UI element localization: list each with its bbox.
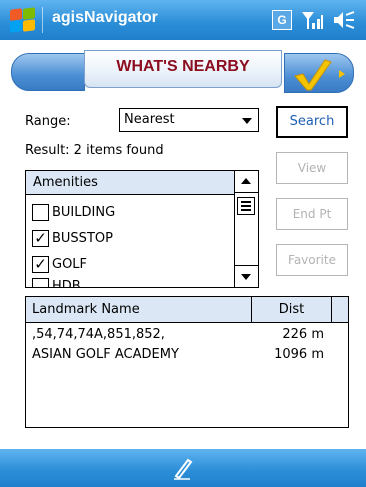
app-title: agisNavigator [52,9,158,26]
checkbox[interactable] [32,203,49,221]
landmark-dist: 226 m [282,327,324,342]
ok-button[interactable] [284,53,354,93]
end-pt-button[interactable]: End Pt [276,198,348,230]
windows-start-icon[interactable] [8,6,36,34]
status-icons: G [272,8,356,32]
amenities-scrollbar[interactable] [234,171,258,287]
chevron-down-icon [242,118,252,124]
scroll-down-icon[interactable] [235,265,258,287]
amenity-item-building[interactable]: BUILDING [32,201,115,223]
search-button[interactable]: Search [276,106,348,138]
speaker-icon[interactable] [332,9,356,31]
pen-icon[interactable] [170,456,196,480]
landmark-dist: 1096 m [274,347,324,362]
column-header-dist[interactable]: Dist [252,297,332,322]
amenities-list: Amenities BUILDING ✓ BUSSTOP ✓ GOLF HDB [25,170,259,288]
amenity-item-busstop[interactable]: ✓ BUSSTOP [32,227,113,249]
range-label: Range: [25,114,71,129]
title-bar: agisNavigator G [0,0,366,40]
landmark-name: ASIAN GOLF ACADEMY [32,347,179,362]
view-button[interactable]: View [276,152,348,184]
back-banner-button[interactable] [11,53,85,91]
amenity-item-golf[interactable]: ✓ GOLF [32,253,87,275]
column-header-landmark[interactable]: Landmark Name [26,297,252,322]
gprs-badge[interactable]: G [272,10,292,30]
table-header: Landmark Name Dist [26,297,348,323]
title-separator [42,7,43,33]
favorite-button[interactable]: Favorite [276,244,348,276]
amenities-header: Amenities [26,171,234,195]
signal-icon[interactable] [300,9,324,31]
checkmark-icon [294,59,345,91]
soft-input-bar [0,449,366,487]
checkbox[interactable]: ✓ [32,255,49,273]
table-row[interactable]: ASIAN GOLF ACADEMY 1096 m [26,347,348,365]
checkbox[interactable]: ✓ [32,229,49,247]
range-value: Nearest [124,112,175,127]
checkbox[interactable] [32,277,49,287]
amenity-label: GOLF [52,256,88,272]
amenity-label: BUSSTOP [52,230,113,246]
table-row[interactable]: ,54,74,74A,851,852, 226 m [26,327,348,345]
range-select[interactable]: Nearest [119,108,259,132]
amenity-item-hdb[interactable]: HDB [32,275,81,288]
results-table: Landmark Name Dist ,54,74,74A,851,852, 2… [25,296,349,428]
amenity-label: HDB [52,278,81,288]
landmark-name: ,54,74,74A,851,852, [32,327,165,342]
result-count: Result: 2 items found [25,143,164,158]
amenity-label: BUILDING [52,204,116,220]
page-title: WHAT'S NEARBY [116,58,250,75]
scroll-up-icon[interactable] [235,171,258,193]
scroll-thumb[interactable] [237,197,255,215]
